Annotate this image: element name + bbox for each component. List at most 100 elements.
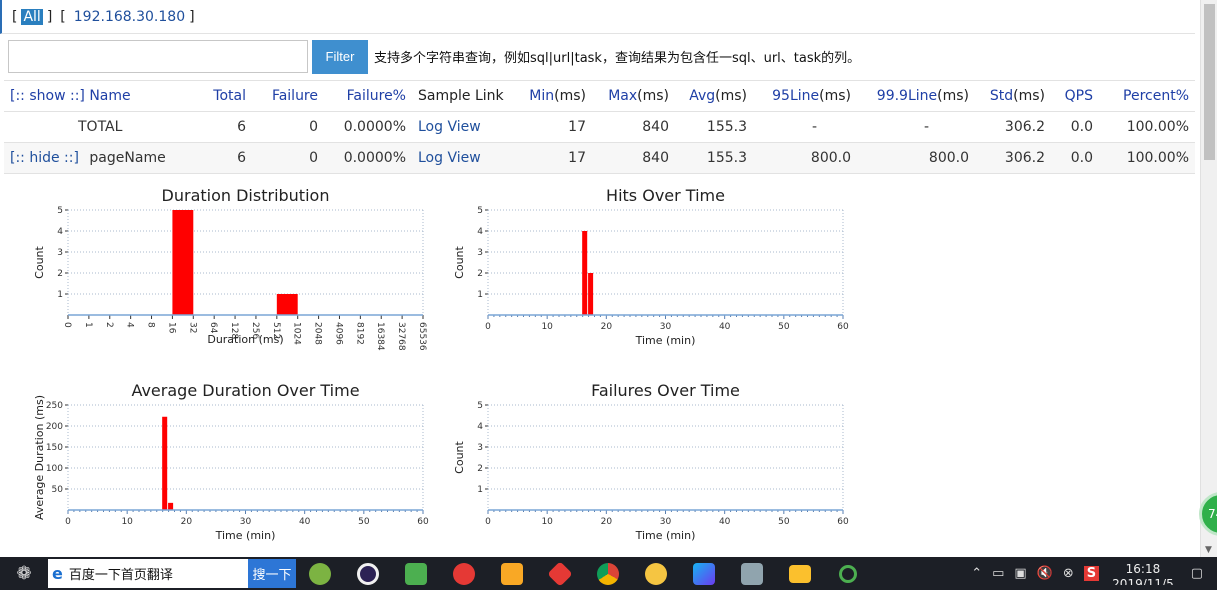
filter-hint: 支持多个字符串查询，例如sql|url|task，查询结果为包含任一sql、ur…	[374, 51, 861, 66]
app-icon[interactable]	[488, 557, 536, 590]
y-tick-label: 1	[477, 485, 483, 495]
y-tick-label: 1	[57, 290, 63, 300]
chrome-icon[interactable]	[584, 557, 632, 590]
domain-ip-link[interactable]: 192.168.30.180	[74, 9, 185, 25]
app-window: [ All ] [ 192.168.30.180 ] Filter 支持多个字符…	[0, 0, 1217, 590]
filter-button[interactable]: Filter	[312, 39, 368, 74]
y-axis-label: Count	[33, 245, 46, 278]
total-header[interactable]: Total	[194, 80, 252, 112]
x-tick-label: 20	[601, 517, 613, 527]
std-header[interactable]: Std(ms)	[975, 80, 1051, 112]
name-header[interactable]: Name	[89, 88, 130, 104]
x-tick-label: 30	[660, 322, 672, 332]
sample-link-header: Sample Link	[412, 80, 512, 112]
x-tick-label: 8	[146, 322, 156, 328]
chart-svg: Hits Over Time 1 2 3 4 5 Count 0 10 20 30 40 50 60 Tim…	[453, 186, 849, 347]
x-tick-label: 30	[240, 517, 252, 527]
avg-header[interactable]: Avg(ms)	[675, 80, 753, 112]
x-axis-label: Duration (ms)	[207, 333, 283, 346]
y-tick-label: 5	[57, 206, 63, 216]
taskbar-search-box[interactable]: e 百度一下首页翻译	[48, 559, 248, 588]
failure-pct-header[interactable]: Failure%	[324, 80, 412, 112]
y-tick-label: 3	[477, 443, 483, 453]
x-tick-label: 4096	[333, 322, 343, 345]
min-header[interactable]: Min(ms)	[512, 80, 592, 112]
failures-over-time-chart: Failures Over Time 1 2 3 4 5 Count 0 10 20 30 40 50 6…	[444, 375, 854, 547]
x-tick-label: 16	[166, 322, 176, 334]
taskbar-clock[interactable]: 16:18 2019/11/5	[1112, 562, 1174, 585]
line95-header[interactable]: 95Line(ms)	[753, 80, 857, 112]
log-view-link[interactable]: Log View	[418, 150, 481, 166]
domain-filter-bar: [ All ] [ 192.168.30.180 ]	[0, 0, 1195, 34]
failure-header[interactable]: Failure	[252, 80, 324, 112]
network-icon[interactable]: ▣	[1014, 566, 1026, 581]
line999-header[interactable]: 99.9Line(ms)	[857, 80, 975, 112]
x-tick-label: 50	[778, 322, 790, 332]
show-toggle-link[interactable]: [:: show ::]	[10, 88, 85, 104]
chart-title: Failures Over Time	[591, 381, 740, 400]
y-tick-label: 2	[477, 269, 483, 279]
vertical-scrollbar[interactable]: ▼	[1200, 0, 1217, 557]
x-tick-label: 0	[62, 322, 72, 328]
notepad-icon[interactable]	[392, 557, 440, 590]
squirrel-icon[interactable]	[632, 557, 680, 590]
max-header[interactable]: Max(ms)	[592, 80, 675, 112]
hits-over-time-chart: Hits Over Time 1 2 3 4 5 Count 0 10 20 30 40 50 60 Tim…	[444, 180, 854, 352]
close-circle-icon[interactable]: ⊗	[1063, 566, 1074, 581]
x-axis-label: Time (min)	[635, 334, 696, 347]
battery-icon[interactable]: ▭	[992, 566, 1004, 581]
x-tick-label: 10	[541, 322, 553, 332]
chart-svg: Duration Distribution 1 2 3 4 5 Count 0 1 2 4 8 16 32…	[33, 186, 427, 351]
windows-start-icon[interactable]: ❁	[0, 557, 48, 590]
x-tick-label: 16384	[375, 322, 385, 351]
chart-svg: Failures Over Time 1 2 3 4 5 Count 0 10 20 30 40 50 6…	[453, 381, 849, 542]
bar	[276, 294, 298, 315]
x-tick-label: 40	[299, 517, 311, 527]
xshell-icon[interactable]	[440, 557, 488, 590]
search-tool-icon[interactable]	[824, 557, 872, 590]
x-tick-label: 4	[125, 322, 135, 328]
folder-icon[interactable]	[776, 557, 824, 590]
bar	[588, 273, 594, 315]
bar	[162, 416, 168, 510]
x-tick-label: 40	[719, 322, 731, 332]
taskbar-search-button[interactable]: 搜一下	[248, 559, 296, 588]
eclipse-icon[interactable]	[344, 557, 392, 590]
x-tick-label: 40	[719, 517, 731, 527]
git-icon[interactable]	[536, 557, 584, 590]
qps-header[interactable]: QPS	[1051, 80, 1099, 112]
filter-input[interactable]	[8, 40, 308, 73]
y-tick-label: 5	[477, 401, 483, 411]
android-icon[interactable]	[296, 557, 344, 590]
log-view-link[interactable]: Log View	[418, 119, 481, 135]
y-axis-label: Count	[453, 440, 466, 473]
x-axis-label: Time (min)	[635, 529, 696, 542]
webstorm-icon[interactable]	[680, 557, 728, 590]
y-tick-label: 2	[477, 464, 483, 474]
percent-header[interactable]: Percent%	[1099, 80, 1195, 112]
scroll-down-arrow-icon[interactable]: ▼	[1205, 545, 1212, 555]
windows-taskbar: ❁ e 百度一下首页翻译 搜一下 ⌃ ▭ ▣ 🔇 ⊗ S 16:18 2019/…	[0, 557, 1217, 590]
speaker-muted-icon[interactable]: 🔇	[1037, 566, 1053, 581]
scrollbar-thumb[interactable]	[1204, 4, 1215, 160]
x-tick-label: 2048	[313, 322, 323, 345]
notification-icon[interactable]: ▢	[1191, 566, 1203, 581]
ime-icon[interactable]: S	[1083, 566, 1100, 581]
y-tick-label: 4	[477, 227, 483, 237]
y-tick-label: 200	[46, 422, 63, 432]
chart-title: Hits Over Time	[606, 186, 725, 205]
x-tick-label: 1	[83, 322, 93, 328]
row-name: TOTAL	[78, 119, 123, 135]
domain-all-link[interactable]: All	[21, 8, 43, 25]
transaction-table: [:: show ::] Name Total Failure Failure%…	[4, 80, 1195, 174]
y-tick-label: 3	[477, 248, 483, 258]
x-tick-label: 32768	[396, 322, 406, 351]
hide-toggle-link[interactable]: [:: hide ::]	[10, 150, 79, 166]
calculator-icon[interactable]	[728, 557, 776, 590]
y-tick-label: 50	[52, 485, 64, 495]
chevron-up-icon[interactable]: ⌃	[971, 566, 982, 581]
row-name: pageName	[89, 150, 166, 167]
y-tick-label: 4	[477, 422, 483, 432]
filter-row: Filter 支持多个字符串查询，例如sql|url|task，查询结果为包含任…	[0, 34, 1195, 79]
x-tick-label: 65536	[417, 322, 427, 351]
